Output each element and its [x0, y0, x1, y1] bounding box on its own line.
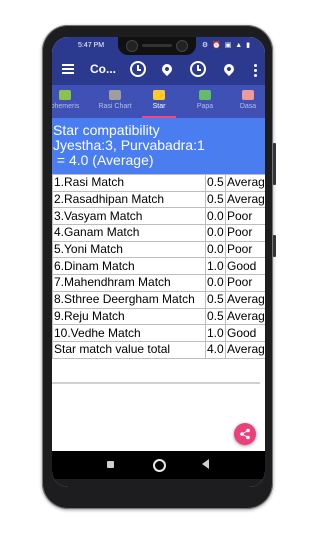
match-result: Average: [225, 174, 265, 192]
match-value: 0.0: [205, 240, 226, 259]
share-button[interactable]: [234, 423, 256, 445]
match-value: 1.0: [205, 324, 226, 342]
divider: [52, 382, 260, 384]
tab-ephemeris[interactable]: phemeris: [52, 85, 86, 118]
tab-star[interactable]: Star: [138, 85, 180, 118]
table-row: 5.Yoni Match 0.0 Poor: [52, 240, 265, 259]
header-title: Star compatibility: [53, 122, 160, 138]
star-tab-icon: [153, 90, 165, 100]
tab-dasa[interactable]: Dasa: [228, 85, 265, 118]
match-table-container[interactable]: 1.Rasi Match 0.5 Average 2.Rasadhipan Ma…: [52, 174, 265, 359]
share-icon: [240, 428, 250, 440]
header-stars: Jyestha:3, Purvabadra:1: [53, 137, 205, 153]
power-button: [273, 143, 276, 185]
match-name: 8.Sthree Deergham Match: [52, 290, 206, 309]
match-value: 0.0: [205, 274, 226, 292]
total-value: 4.0: [205, 340, 226, 359]
app-title: Co...: [90, 62, 116, 76]
match-name: 1.Rasi Match: [52, 174, 206, 192]
status-bar: 5:47 PM ⚙ ⏰ ▣ ▲ ▮: [52, 37, 265, 55]
match-name: 3.Vasyam Match: [52, 207, 206, 226]
app-bar: Co...: [52, 55, 265, 85]
location-pin-icon-2[interactable]: [221, 61, 237, 77]
tab-label: phemeris: [52, 103, 80, 110]
match-name: 4.Ganam Match: [52, 224, 206, 242]
match-value: 0.0: [205, 224, 226, 242]
location-pin-icon[interactable]: [159, 61, 175, 77]
match-result: Average: [225, 290, 265, 309]
back-icon[interactable]: [202, 459, 209, 469]
match-name: 2.Rasadhipan Match: [52, 190, 206, 209]
match-result: Average: [225, 307, 265, 326]
table-row: 2.Rasadhipan Match 0.5 Average: [52, 190, 265, 209]
tab-label: Rasi Chart: [98, 103, 132, 110]
table-row: 6.Dinam Match 1.0 Good: [52, 257, 265, 276]
table-row: 7.Mahendhram Match 0.0 Poor: [52, 274, 265, 292]
clock-icon[interactable]: [130, 61, 146, 77]
table-row: 1.Rasi Match 0.5 Average: [52, 174, 265, 192]
match-table: 1.Rasi Match 0.5 Average 2.Rasadhipan Ma…: [52, 174, 265, 359]
volume-button: [273, 235, 276, 257]
phone-chin: [52, 479, 265, 487]
tab-label: Star: [152, 103, 166, 110]
tab-rasi-chart[interactable]: Rasi Chart: [92, 85, 138, 118]
match-name: 10.Vedhe Match: [52, 324, 206, 342]
table-row-total: Star match value total 4.0 Average: [52, 340, 265, 359]
total-label: Star match value total: [52, 340, 206, 359]
match-name: 5.Yoni Match: [52, 240, 206, 259]
match-name: 9.Reju Match: [52, 307, 206, 326]
status-time: 5:47 PM: [78, 42, 105, 49]
tab-papa[interactable]: Papa: [184, 85, 226, 118]
match-value: 0.5: [205, 290, 226, 309]
speaker-grille: [142, 44, 172, 47]
table-row: 4.Ganam Match 0.0 Poor: [52, 224, 265, 242]
recents-icon[interactable]: [107, 461, 114, 468]
match-value: 0.0: [205, 207, 226, 226]
table-row: 9.Reju Match 0.5 Average: [52, 307, 265, 326]
hamburger-menu-icon[interactable]: [62, 64, 74, 74]
home-icon[interactable]: [153, 459, 166, 472]
match-result: Good: [225, 257, 265, 276]
match-result: Poor: [225, 207, 265, 226]
overflow-menu-icon[interactable]: [254, 64, 257, 79]
rasi-chart-tab-icon: [109, 90, 121, 100]
tab-label: Dasa: [239, 103, 257, 110]
match-value: 0.5: [205, 174, 226, 192]
match-value: 0.5: [205, 307, 226, 326]
system-nav-bar: [52, 451, 265, 479]
dasa-tab-icon: [242, 90, 254, 100]
front-camera-icon: [126, 40, 138, 52]
tab-label: Papa: [196, 103, 214, 110]
front-sensor-icon: [176, 40, 188, 52]
status-icons: ⚙ ⏰ ▣ ▲ ▮: [201, 42, 251, 49]
ephemeris-tab-icon: [59, 90, 71, 100]
match-name: 6.Dinam Match: [52, 257, 206, 276]
papa-tab-icon: [199, 90, 211, 100]
total-result: Average: [225, 340, 265, 359]
match-value: 0.5: [205, 190, 226, 209]
match-value: 1.0: [205, 257, 226, 276]
match-result: Good: [225, 324, 265, 342]
table-row: 10.Vedhe Match 1.0 Good: [52, 324, 265, 342]
compatibility-header: Star compatibility Jyestha:3, Purvabadra…: [52, 118, 265, 174]
header-score: = 4.0 (Average): [53, 152, 154, 168]
camera-notch: [118, 37, 196, 55]
table-row: 3.Vasyam Match 0.0 Poor: [52, 207, 265, 226]
match-name: 7.Mahendhram Match: [52, 274, 206, 292]
table-row: 8.Sthree Deergham Match 0.5 Average: [52, 290, 265, 309]
match-result: Poor: [225, 240, 265, 259]
match-result: Poor: [225, 274, 265, 292]
clock-icon-2[interactable]: [190, 61, 206, 77]
match-result: Average: [225, 190, 265, 209]
match-result: Poor: [225, 224, 265, 242]
screen: 5:47 PM ⚙ ⏰ ▣ ▲ ▮ Co... phemeris Rasi Ch…: [52, 37, 265, 487]
tab-bar: phemeris Rasi Chart Star Papa Dasa: [52, 85, 265, 118]
